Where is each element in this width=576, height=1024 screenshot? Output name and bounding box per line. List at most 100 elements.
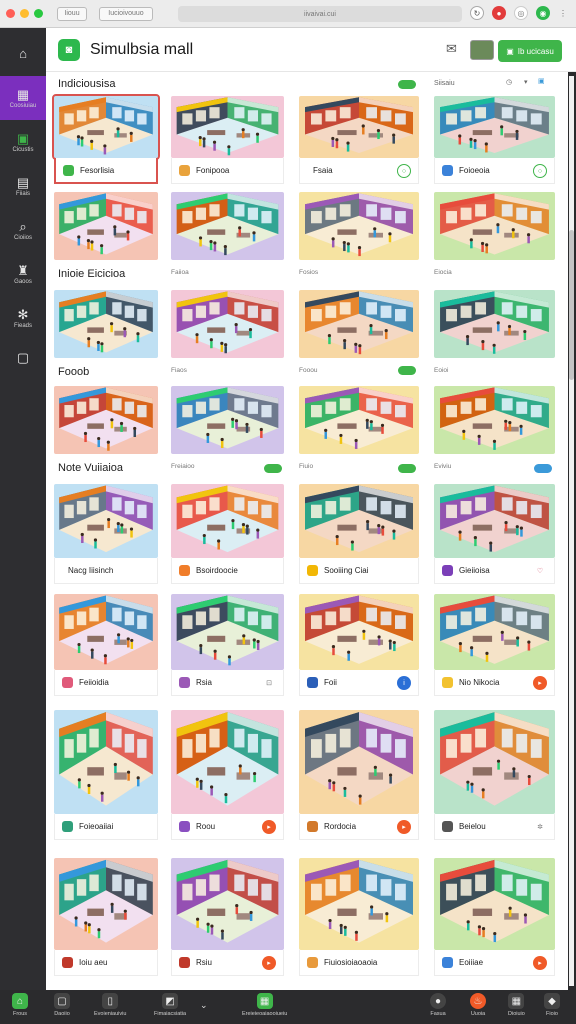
store-tile[interactable] xyxy=(54,386,158,454)
expand-icon[interactable]: ▣ xyxy=(538,77,545,85)
store-card-caption[interactable]: Eoiiiae ▸ xyxy=(434,950,555,976)
store-card-caption[interactable]: Fsaia ○ xyxy=(299,158,419,184)
store-tile[interactable] xyxy=(299,594,419,670)
store-tile[interactable] xyxy=(434,96,555,158)
store-card-caption[interactable]: Fonipooa xyxy=(171,158,284,184)
taskbar-item[interactable]: ▦ Dioiuio xyxy=(508,993,525,1017)
store-tile[interactable] xyxy=(299,710,419,814)
store-tile[interactable] xyxy=(54,290,158,358)
store-tile[interactable] xyxy=(299,484,419,558)
store-card-caption[interactable]: Bsoirdoocie xyxy=(171,558,284,584)
taskbar-item[interactable]: ◆ Fioio xyxy=(544,993,560,1017)
rail-item-stats[interactable]: ▤ Fiiais xyxy=(0,164,46,208)
close-window-button[interactable] xyxy=(6,9,15,18)
menu-icon[interactable]: ⋮ xyxy=(556,6,570,20)
store-tile[interactable] xyxy=(54,710,158,814)
store-card-caption[interactable]: Feiioidia xyxy=(54,670,158,696)
scrollbar-thumb[interactable] xyxy=(569,230,574,380)
store-card-caption[interactable]: Rsia ⊡ xyxy=(171,670,284,696)
store-tile[interactable] xyxy=(171,96,284,158)
store-tile[interactable] xyxy=(54,858,158,950)
store-tile[interactable] xyxy=(54,192,158,260)
avatar[interactable] xyxy=(470,40,494,60)
address-bar[interactable]: iivaivai.cui xyxy=(178,6,462,22)
store-tile[interactable] xyxy=(171,386,284,454)
taskbar-item[interactable]: ● Fasua xyxy=(430,993,446,1017)
store-tile[interactable] xyxy=(299,290,419,358)
store-tile[interactable] xyxy=(54,484,158,558)
store-tile[interactable] xyxy=(434,290,555,358)
heart-icon[interactable]: ♡ xyxy=(533,564,547,578)
extension-icon[interactable]: ◎ xyxy=(514,6,528,20)
chat-icon[interactable]: ○ xyxy=(533,164,547,178)
header-action-button[interactable]: ▣ Ib ucicasu xyxy=(498,40,562,62)
store-tile[interactable] xyxy=(171,858,284,950)
taskbar-item[interactable]: ◩ Fimaiacsiatia xyxy=(154,993,186,1017)
minimize-window-button[interactable] xyxy=(20,9,29,18)
store-tile[interactable] xyxy=(171,290,284,358)
rail-item-building[interactable]: ▦ Coosiuiau xyxy=(0,76,46,120)
play-icon[interactable]: ▸ xyxy=(262,956,276,970)
store-tile[interactable] xyxy=(299,858,419,950)
store-tile[interactable] xyxy=(54,594,158,670)
taskbar-item[interactable]: ⌂ Frous xyxy=(12,993,28,1017)
rail-item-goods[interactable]: ♜ Gaoos xyxy=(0,252,46,296)
store-tile[interactable] xyxy=(299,192,419,260)
maximize-window-button[interactable] xyxy=(34,9,43,18)
store-card-caption[interactable]: Gieiioisa ♡ xyxy=(434,558,555,584)
store-card-caption[interactable]: Foieoaiiai xyxy=(54,814,158,840)
store-tile[interactable] xyxy=(299,386,419,454)
chevron-down-icon[interactable]: ▾ xyxy=(524,78,528,86)
store-card-caption[interactable]: Rordocia ▸ xyxy=(299,814,419,840)
store-tile[interactable] xyxy=(434,858,555,950)
store-tile[interactable] xyxy=(171,710,284,814)
store-tile[interactable] xyxy=(171,594,284,670)
scrollbar-track[interactable] xyxy=(569,76,574,986)
info-icon[interactable]: i xyxy=(397,676,411,690)
clock-icon[interactable]: ◷ xyxy=(506,78,512,86)
store-tile[interactable] xyxy=(434,192,555,260)
store-card-caption[interactable]: Foioeoia ○ xyxy=(434,158,555,184)
store-tile[interactable] xyxy=(434,594,555,670)
profile-icon[interactable]: ◉ xyxy=(536,6,550,20)
play-icon[interactable]: ▸ xyxy=(533,956,547,970)
sort-label[interactable]: Siisaiu xyxy=(434,80,455,87)
notification-icon[interactable]: ● xyxy=(492,6,506,20)
rail-item-shops[interactable]: ▣ Cicustis xyxy=(0,120,46,164)
store-card-caption[interactable]: Nacg Iiisinch xyxy=(54,558,158,584)
store-card-caption[interactable]: Roou ▸ xyxy=(171,814,284,840)
taskbar-item[interactable]: ▢ Daoiio xyxy=(54,993,70,1017)
play-icon[interactable]: ▸ xyxy=(397,820,411,834)
settings-icon[interactable]: ✲ xyxy=(533,820,547,834)
store-card-caption[interactable]: Nio Nikocia ▸ xyxy=(434,670,555,696)
rail-item-chat[interactable]: ▢ xyxy=(0,336,46,380)
taskbar-item[interactable]: ▯ Evoieniauiviu xyxy=(94,993,126,1017)
store-card-caption[interactable]: Beielou ✲ xyxy=(434,814,555,840)
taskbar-item[interactable]: ▦ Ereieieoaiaooiueiu xyxy=(242,993,287,1017)
store-card-caption[interactable]: Foii i xyxy=(299,670,419,696)
taskbar-item[interactable]: ♨ Uuoia xyxy=(470,993,486,1017)
chevron-down-icon[interactable]: ⌄ xyxy=(200,1000,208,1011)
store-card-caption[interactable]: Sooiiing Ciai xyxy=(299,558,419,584)
store-tile[interactable] xyxy=(434,484,555,558)
store-tile[interactable] xyxy=(52,94,160,160)
play-icon[interactable]: ▸ xyxy=(262,820,276,834)
rail-item-search[interactable]: ⌕ Cioiios xyxy=(0,208,46,252)
rail-item-settings[interactable]: ✻ Fieads xyxy=(0,296,46,340)
chat-icon[interactable]: ○ xyxy=(397,164,411,178)
lock-icon[interactable]: ⊡ xyxy=(262,676,276,690)
chat-icon[interactable]: ✉ xyxy=(446,41,457,57)
refresh-icon[interactable]: ↻ xyxy=(470,6,484,20)
browser-tab-title[interactable]: Iucioivouuo xyxy=(99,6,153,21)
store-card-caption[interactable]: Rsiu ▸ xyxy=(171,950,284,976)
store-card-caption[interactable]: Ioiu aeu xyxy=(54,950,158,976)
store-tile[interactable] xyxy=(171,484,284,558)
store-tile[interactable] xyxy=(299,96,419,158)
store-tile[interactable] xyxy=(434,710,555,814)
store-card-caption[interactable]: Fiuiosioiaoaoia xyxy=(299,950,419,976)
store-tile[interactable] xyxy=(434,386,555,454)
browser-tab[interactable]: Iiouu xyxy=(57,6,87,21)
store-tile[interactable] xyxy=(171,192,284,260)
rail-item-home[interactable]: ⌂ xyxy=(0,32,46,76)
store-card-caption[interactable]: Fesorlisia xyxy=(54,158,158,184)
